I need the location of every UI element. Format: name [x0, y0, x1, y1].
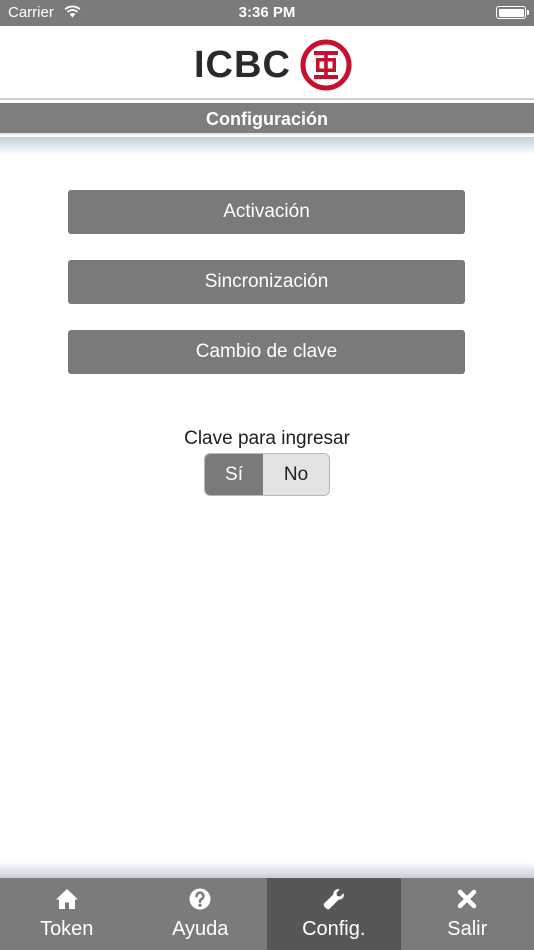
page-title: Configuración: [0, 103, 534, 135]
icbc-logo-icon: [300, 39, 352, 91]
tab-bar: Token Ayuda Config. Salir: [0, 878, 534, 950]
app-header: ICBC: [0, 26, 534, 100]
wrench-icon: [323, 889, 344, 910]
tab-help[interactable]: Ayuda: [134, 878, 268, 950]
tab-help-label: Ayuda: [172, 918, 229, 940]
login-key-no-option[interactable]: No: [263, 454, 329, 495]
login-key-toggle: Sí No: [204, 453, 330, 496]
title-divider: [0, 137, 534, 155]
change-password-button[interactable]: Cambio de clave: [68, 330, 465, 374]
sync-button[interactable]: Sincronización: [68, 260, 465, 304]
logo-text: ICBC: [194, 44, 291, 86]
login-key-label: Clave para ingresar: [184, 428, 350, 449]
help-icon: [189, 888, 211, 910]
close-icon: [458, 889, 477, 909]
tab-bar-divider: [0, 862, 534, 878]
clock: 3:36 PM: [238, 4, 296, 21]
battery-icon: [496, 6, 529, 19]
tab-token-label: Token: [40, 918, 94, 940]
activation-button[interactable]: Activación: [68, 190, 465, 234]
tab-exit-label: Salir: [447, 918, 488, 940]
tab-config[interactable]: Config.: [267, 878, 401, 950]
tab-exit[interactable]: Salir: [401, 878, 534, 950]
status-bar: Carrier 3:36 PM: [0, 0, 534, 26]
tab-token[interactable]: Token: [0, 878, 134, 950]
login-key-yes-option[interactable]: Sí: [205, 454, 263, 495]
tab-config-label: Config.: [302, 918, 366, 940]
home-icon: [55, 889, 78, 909]
